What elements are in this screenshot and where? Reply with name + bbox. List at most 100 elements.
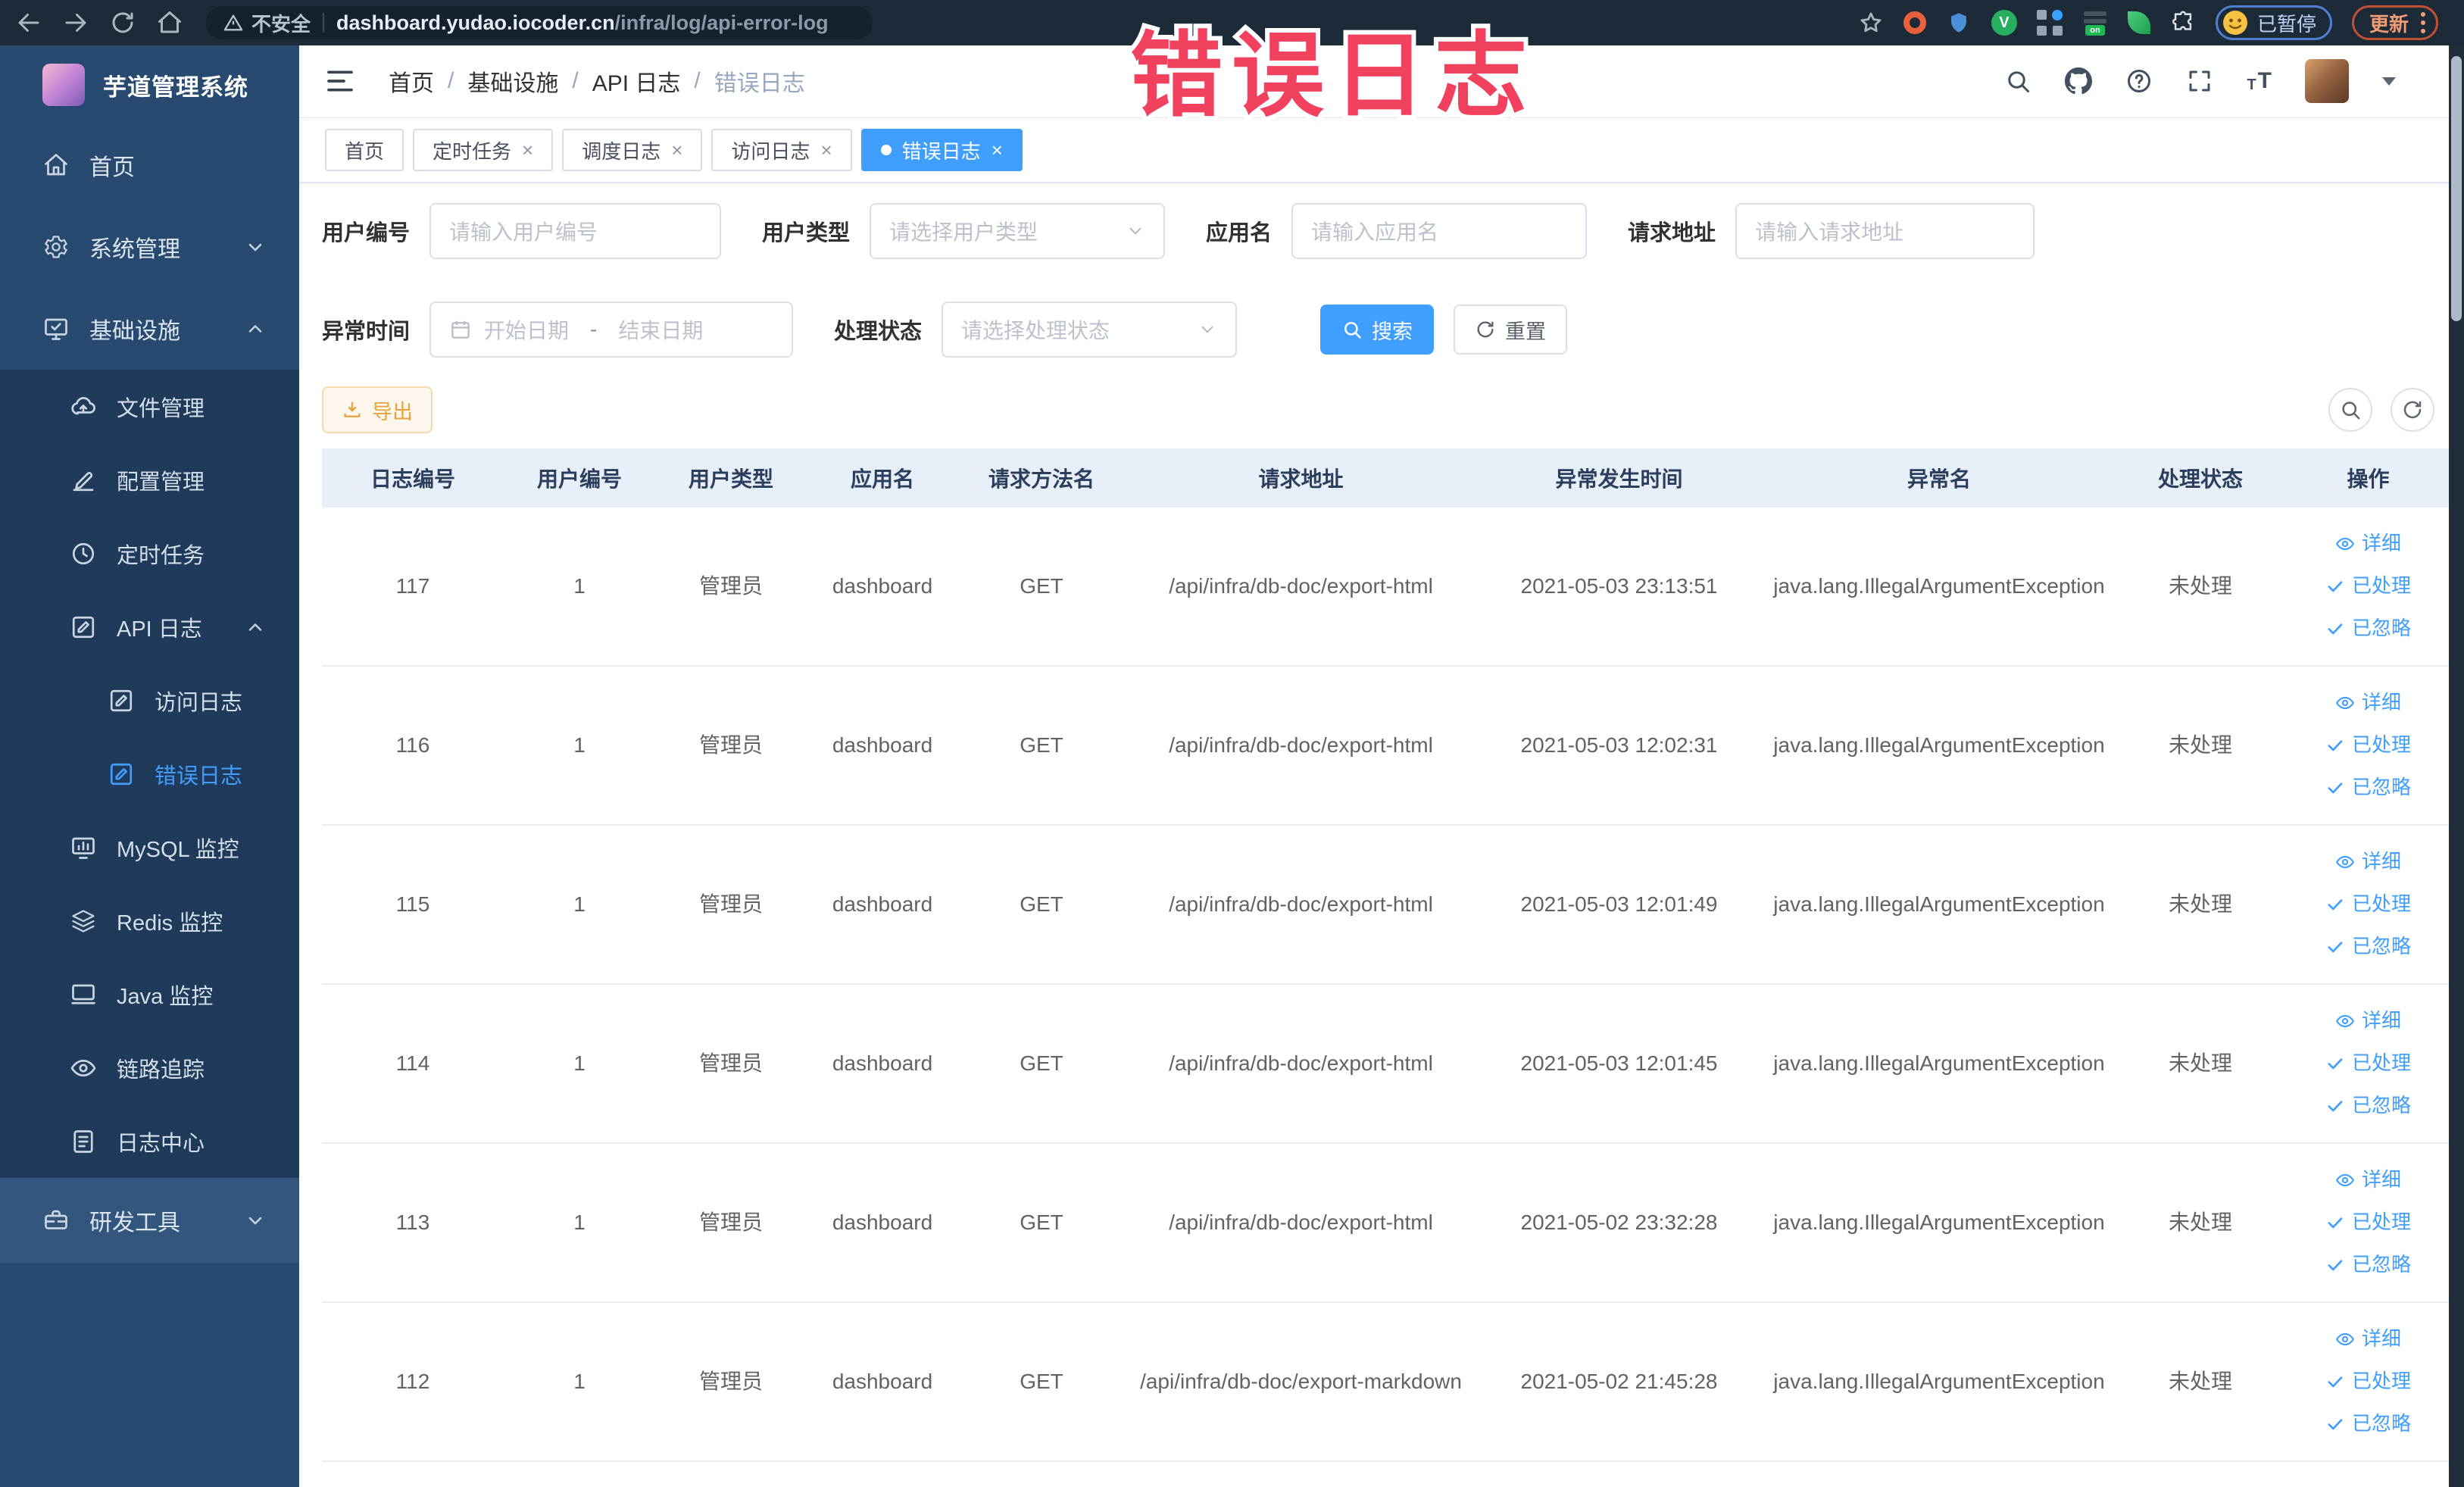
bookmark-star-icon[interactable] bbox=[1858, 10, 1884, 36]
tab-首页[interactable]: 首页 bbox=[325, 129, 404, 171]
browser-menu-kebab-icon[interactable] bbox=[2421, 12, 2425, 33]
cell-url: /api/infra/db-doc/export-html bbox=[1169, 1210, 1433, 1234]
browser-update-button[interactable]: 更新 bbox=[2351, 5, 2438, 40]
reset-button[interactable]: 重置 bbox=[1454, 305, 1568, 355]
github-icon[interactable] bbox=[2065, 67, 2093, 95]
mark-ignored-link[interactable]: 已忽略 bbox=[2325, 1410, 2411, 1439]
help-icon[interactable] bbox=[2125, 67, 2153, 95]
extension-leaf-icon[interactable] bbox=[2127, 11, 2150, 34]
detail-link[interactable]: 详细 bbox=[2335, 1325, 2401, 1354]
mark-processed-link[interactable]: 已处理 bbox=[2325, 890, 2411, 919]
cell-actions: 详细 已处理 已忽略 bbox=[2284, 848, 2453, 961]
cell-exception: java.lang.IllegalArgumentException bbox=[1773, 1210, 2105, 1234]
font-size-icon[interactable]: TT bbox=[2247, 68, 2272, 94]
detail-link[interactable]: 详细 bbox=[2335, 530, 2401, 558]
browser-reload-icon[interactable] bbox=[109, 9, 136, 36]
page-scrollbar-thumb[interactable] bbox=[2451, 56, 2462, 321]
extensions-puzzle-icon[interactable] bbox=[2170, 10, 2196, 36]
fullscreen-icon[interactable] bbox=[2186, 67, 2213, 95]
column-header-3: 应用名 bbox=[850, 467, 914, 491]
user-type-select[interactable]: 请选择用户类型 bbox=[870, 203, 1166, 259]
config-icon bbox=[70, 467, 97, 494]
browser-forward-icon[interactable] bbox=[62, 9, 89, 36]
header-search-icon[interactable] bbox=[2004, 67, 2031, 95]
cell-app_name: dashboard bbox=[832, 573, 933, 598]
request-url-input[interactable]: 请输入请求地址 bbox=[1735, 203, 2035, 259]
sidebar-item-api-log[interactable]: API 日志 bbox=[0, 590, 299, 664]
exception-time-range-picker[interactable]: 开始日期 - 结束日期 bbox=[429, 301, 794, 358]
mark-ignored-link[interactable]: 已忽略 bbox=[2325, 773, 2411, 802]
sidebar-item-infra[interactable]: 基础设施 bbox=[0, 288, 299, 370]
sidebar-item-label: Redis 监控 bbox=[117, 911, 223, 936]
close-tab-icon[interactable]: × bbox=[522, 140, 533, 160]
sidebar-item-label: 错误日志 bbox=[155, 764, 243, 789]
mark-processed-link[interactable]: 已处理 bbox=[2325, 1367, 2411, 1396]
app-name-input[interactable]: 请输入应用名 bbox=[1291, 203, 1588, 259]
export-button[interactable]: 导出 bbox=[322, 386, 433, 433]
close-tab-icon[interactable]: × bbox=[992, 140, 1003, 160]
detail-link[interactable]: 详细 bbox=[2335, 848, 2401, 876]
cell-user_type: 管理员 bbox=[698, 1051, 763, 1075]
sidebar-item-access-log[interactable]: 访问日志 bbox=[0, 664, 299, 737]
close-tab-icon[interactable]: × bbox=[820, 140, 832, 160]
detail-link[interactable]: 详细 bbox=[2335, 1166, 2401, 1195]
eye-icon bbox=[2335, 534, 2355, 554]
tab-错误日志[interactable]: 错误日志 × bbox=[860, 129, 1023, 171]
mark-processed-link[interactable]: 已处理 bbox=[2325, 1208, 2411, 1237]
sidebar-item-mysql[interactable]: MySQL 监控 bbox=[0, 811, 299, 884]
mark-processed-link[interactable]: 已处理 bbox=[2325, 572, 2411, 601]
user-id-input[interactable]: 请输入用户编号 bbox=[429, 203, 722, 259]
refresh-table-button[interactable] bbox=[2391, 388, 2434, 432]
user-menu-caret-icon[interactable] bbox=[2382, 77, 2396, 86]
cell-log_id: 112 bbox=[395, 1369, 430, 1393]
sidebar-item-system[interactable]: 系统管理 bbox=[0, 206, 299, 288]
profile-paused-badge[interactable]: 已暂停 bbox=[2215, 5, 2332, 40]
sidebar-item-home[interactable]: 首页 bbox=[0, 124, 299, 206]
sidebar-item-job[interactable]: 定时任务 bbox=[0, 517, 299, 590]
sidebar-item-file[interactable]: 文件管理 bbox=[0, 370, 299, 443]
process-status-select[interactable]: 请选择处理状态 bbox=[942, 301, 1238, 358]
mark-ignored-link[interactable]: 已忽略 bbox=[2325, 1251, 2411, 1279]
sidebar-item-java[interactable]: Java 监控 bbox=[0, 957, 299, 1031]
breadcrumb-item-home[interactable]: 首页 bbox=[389, 64, 434, 98]
close-tab-icon[interactable]: × bbox=[671, 140, 682, 160]
sidebar-item-trace[interactable]: 链路追踪 bbox=[0, 1031, 299, 1104]
sidebar-item-log-center[interactable]: 日志中心 bbox=[0, 1104, 299, 1178]
tab-访问日志[interactable]: 访问日志 × bbox=[711, 129, 852, 171]
detail-link[interactable]: 详细 bbox=[2335, 1007, 2401, 1036]
mark-processed-link[interactable]: 已处理 bbox=[2325, 731, 2411, 760]
mark-processed-link[interactable]: 已处理 bbox=[2325, 1049, 2411, 1078]
cell-user_id: 1 bbox=[573, 573, 586, 598]
tab-定时任务[interactable]: 定时任务 × bbox=[413, 129, 554, 171]
toggle-search-button[interactable] bbox=[2328, 388, 2372, 432]
sidebar-item-error-log[interactable]: 错误日志 bbox=[0, 737, 299, 811]
mark-ignored-link[interactable]: 已忽略 bbox=[2325, 1092, 2411, 1120]
user-avatar[interactable] bbox=[2305, 59, 2349, 103]
app-logo-row[interactable]: 芋道管理系统 bbox=[0, 45, 299, 124]
tab-label: 调度日志 bbox=[582, 139, 661, 163]
sidebar-item-redis[interactable]: Redis 监控 bbox=[0, 884, 299, 957]
sidebar-toggle-icon[interactable] bbox=[325, 66, 355, 96]
sidebar-submenu: 文件管理 配置管理 定时任务 API 日志 访问日志错误日志 MySQL 监控 Redis … bbox=[0, 370, 299, 1178]
breadcrumb-item-infra[interactable]: 基础设施 bbox=[467, 64, 558, 98]
extension-v-icon[interactable]: V bbox=[1991, 10, 2017, 36]
detail-link[interactable]: 详细 bbox=[2335, 689, 2401, 717]
page-scrollbar[interactable] bbox=[2449, 45, 2464, 1487]
active-tab-dot bbox=[880, 145, 892, 155]
chevron-down-icon bbox=[245, 1210, 266, 1231]
extension-shield-icon[interactable] bbox=[1946, 10, 1972, 36]
sidebar-item-config[interactable]: 配置管理 bbox=[0, 443, 299, 517]
extension-on-icon[interactable]: on bbox=[2082, 10, 2108, 36]
browser-home-icon[interactable] bbox=[156, 9, 183, 36]
browser-back-icon[interactable] bbox=[15, 9, 42, 36]
mark-ignored-link[interactable]: 已忽略 bbox=[2325, 614, 2411, 643]
extension-grid-icon[interactable] bbox=[2036, 10, 2063, 36]
search-button[interactable]: 搜索 bbox=[1320, 305, 1435, 355]
breadcrumb-item-apilog[interactable]: API 日志 bbox=[592, 64, 681, 98]
mark-ignored-link[interactable]: 已忽略 bbox=[2325, 932, 2411, 961]
address-bar[interactable]: 不安全 dashboard.yudao.iocoder.cn /infra/lo… bbox=[206, 6, 873, 39]
sidebar-item-devtools[interactable]: 研发工具 bbox=[0, 1178, 299, 1263]
cell-app_name: dashboard bbox=[832, 1210, 933, 1234]
tab-调度日志[interactable]: 调度日志 × bbox=[562, 129, 703, 171]
extension-orange-icon[interactable] bbox=[1903, 11, 1926, 34]
